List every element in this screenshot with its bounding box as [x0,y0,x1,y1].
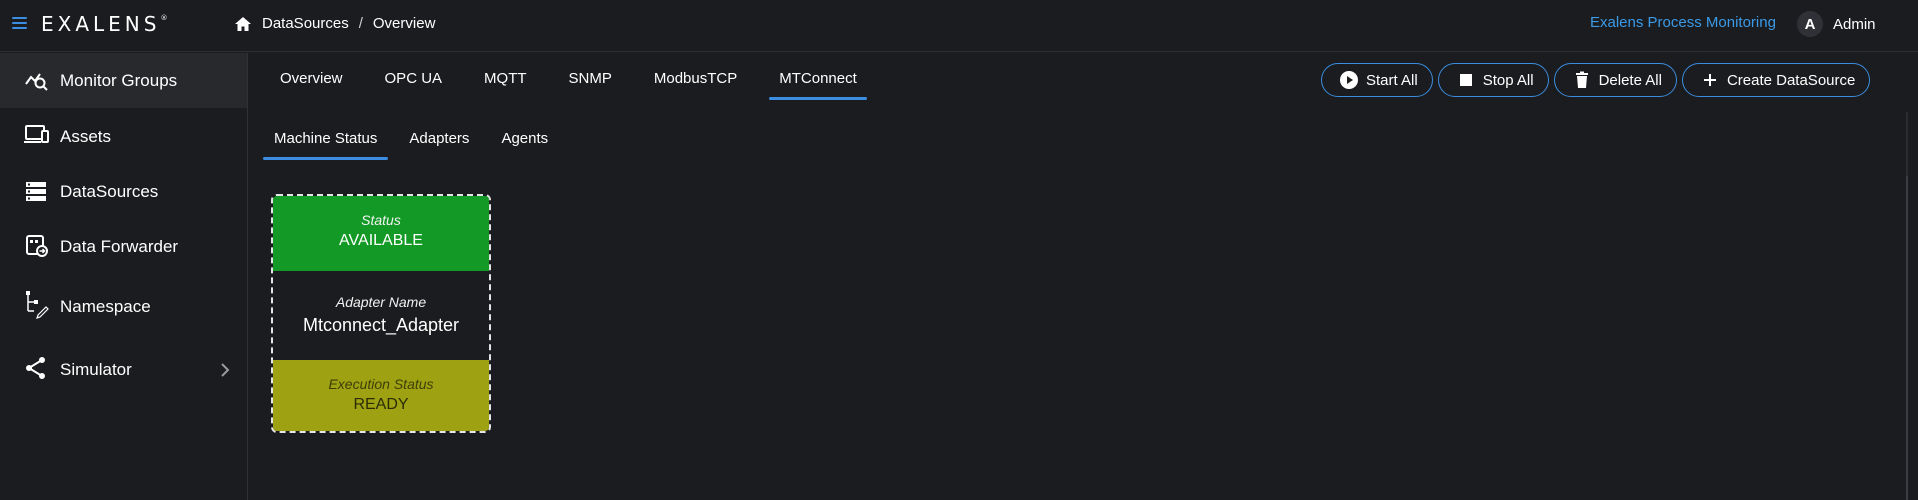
datasource-tabs: Overview OPC UA MQTT SNMP ModbusTCP MTCo… [270,68,889,100]
create-datasource-button[interactable]: Create DataSource [1681,63,1871,97]
simulator-icon [26,357,45,379]
sidebar-item-assets[interactable]: Assets [0,109,247,164]
start-all-button[interactable]: Start All [1321,63,1433,97]
delete-all-label: Delete All [1598,71,1662,89]
tab-opc-ua[interactable]: OPC UA [375,68,453,97]
monitor-groups-icon [25,73,48,91]
sidebar-item-label: Monitor Groups [60,70,178,90]
content-scrollbar[interactable] [1906,112,1908,500]
tab-snmp[interactable]: SNMP [559,68,622,97]
tab-modbustcp[interactable]: ModbusTCP [644,68,747,97]
subtab-adapters[interactable]: Adapters [398,128,480,157]
play-icon [1340,71,1358,89]
sidebar-item-label: DataSources [60,181,159,201]
mtconnect-subtabs: Machine Status Adapters Agents [263,128,569,160]
logo-mark: ® [160,14,168,22]
adapter-section: Adapter Name Mtconnect_Adapter [273,271,489,360]
stop-all-button[interactable]: Stop All [1437,63,1549,97]
start-all-label: Start All [1366,71,1418,89]
plus-icon [1703,74,1716,86]
top-bar: EXALENS® DataSources / Overview Exalens … [0,0,1918,52]
sidebar-item-label: Simulator [60,359,132,379]
sidebar-item-namespace[interactable]: Namespace [0,279,247,334]
stop-icon [1459,74,1472,86]
subtab-agents[interactable]: Agents [490,128,559,157]
sidebar: Monitor Groups Assets DataSources Data F… [0,53,248,500]
breadcrumb-datasources[interactable]: DataSources [262,15,349,32]
breadcrumb-separator: / [358,15,363,32]
status-caption: Status [361,212,401,228]
avatar[interactable]: A [1797,11,1823,37]
subtab-machine-status[interactable]: Machine Status [263,128,389,160]
logo-text: EXALENS [41,12,161,36]
tab-mtconnect[interactable]: MTConnect [769,68,867,100]
trash-icon [1575,71,1588,88]
assets-icon [24,125,49,143]
breadcrumb: DataSources / Overview [234,15,435,32]
scrollbar-thumb[interactable] [1906,176,1908,500]
tab-overview[interactable]: Overview [270,68,353,97]
action-bar: Start All Stop All Delete All Create Dat… [1321,63,1875,97]
breadcrumb-overview: Overview [372,15,436,32]
user-menu[interactable]: A Admin [1797,11,1876,37]
execution-status-value: READY [353,396,409,413]
execution-section: Execution Status READY [273,360,489,431]
chevron-right-icon[interactable] [220,363,230,377]
delete-all-button[interactable]: Delete All [1553,63,1677,97]
create-datasource-label: Create DataSource [1726,71,1856,89]
sidebar-item-label: Namespace [60,296,151,316]
app-name-link[interactable]: Exalens Process Monitoring [1590,14,1776,31]
status-value: AVAILABLE [339,232,423,249]
app-logo[interactable]: EXALENS® [41,12,167,36]
data-forwarder-icon [26,235,48,257]
adapter-name-caption: Adapter Name [335,294,427,310]
adapter-name-value: Mtconnect_Adapter [302,315,460,335]
home-icon[interactable] [234,16,252,32]
machine-status-card[interactable]: Status AVAILABLE Adapter Name Mtconnect_… [271,194,491,433]
sidebar-item-monitor-groups[interactable]: Monitor Groups [0,53,247,108]
sidebar-item-simulator[interactable]: Simulator [0,342,247,397]
sidebar-item-label: Data Forwarder [60,236,179,256]
hamburger-menu-icon[interactable] [12,17,27,29]
tab-mqtt[interactable]: MQTT [474,68,537,97]
stop-all-label: Stop All [1482,71,1534,89]
namespace-icon [26,291,49,319]
user-name[interactable]: Admin [1833,16,1876,33]
execution-status-caption: Execution Status [328,376,434,392]
status-section: Status AVAILABLE [273,196,489,271]
sidebar-item-datasources[interactable]: DataSources [0,164,247,219]
sidebar-item-data-forwarder[interactable]: Data Forwarder [0,219,247,274]
sidebar-item-label: Assets [60,126,112,146]
datasources-icon [26,182,46,201]
